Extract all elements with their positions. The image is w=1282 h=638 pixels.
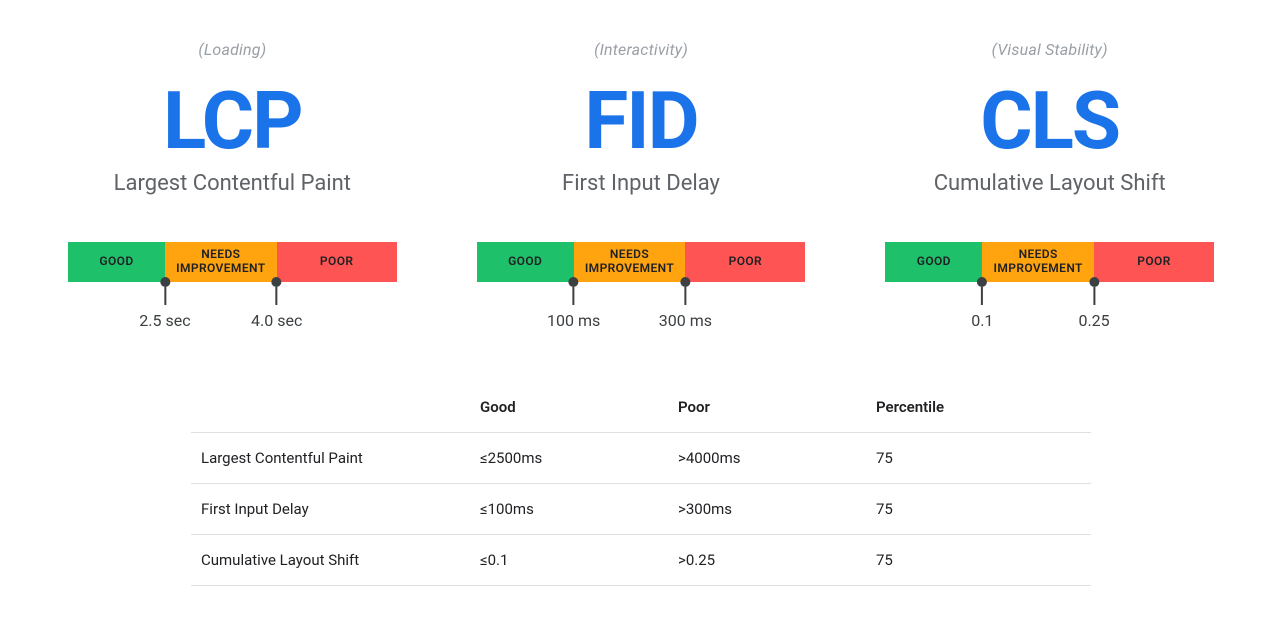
table-row: Largest Contentful Paint ≤2500ms >4000ms…	[191, 433, 1091, 484]
threshold-bar: GOOD NEEDSIMPROVEMENT POOR 2.5 sec 4.0 s…	[68, 242, 397, 332]
metric-abbr: LCP	[163, 81, 302, 161]
segment-good: GOOD	[477, 242, 574, 282]
table-header-row: Good Poor Percentile	[191, 382, 1091, 433]
metric-cards: (Loading) LCP Largest Contentful Paint G…	[0, 0, 1282, 332]
threshold-tick-good: 0.1	[971, 277, 993, 330]
cell-name: First Input Delay	[191, 484, 470, 535]
threshold-tick-good: 2.5 sec	[139, 277, 190, 330]
thresholds-table: Good Poor Percentile Largest Contentful …	[191, 382, 1091, 586]
cell-name: Cumulative Layout Shift	[191, 535, 470, 586]
table-row: Cumulative Layout Shift ≤0.1 >0.25 75	[191, 535, 1091, 586]
segment-needs-improvement: NEEDSIMPROVEMENT	[574, 242, 686, 282]
segment-good: GOOD	[885, 242, 982, 282]
cell-percentile: 75	[866, 535, 1091, 586]
metric-abbr: FID	[584, 81, 697, 161]
threshold-tick-good: 100 ms	[547, 277, 600, 330]
metric-fullname: First Input Delay	[562, 171, 720, 196]
metric-category: (Visual Stability)	[992, 40, 1108, 59]
cell-percentile: 75	[866, 433, 1091, 484]
threshold-poor-label: 0.25	[1078, 311, 1109, 330]
table-header-poor: Poor	[668, 382, 866, 433]
threshold-good-label: 100 ms	[547, 311, 600, 330]
table-header-good: Good	[470, 382, 668, 433]
table-header-percentile: Percentile	[866, 382, 1091, 433]
cell-poor: >4000ms	[668, 433, 866, 484]
threshold-poor-label: 4.0 sec	[251, 311, 302, 330]
segment-needs-improvement: NEEDSIMPROVEMENT	[982, 242, 1094, 282]
threshold-poor-label: 300 ms	[659, 311, 712, 330]
cell-poor: >0.25	[668, 535, 866, 586]
cell-good: ≤2500ms	[470, 433, 668, 484]
segment-poor: POOR	[1094, 242, 1214, 282]
cell-percentile: 75	[866, 484, 1091, 535]
metric-card-lcp: (Loading) LCP Largest Contentful Paint G…	[68, 40, 397, 332]
threshold-tick-poor: 4.0 sec	[251, 277, 302, 330]
segment-good: GOOD	[68, 242, 165, 282]
thresholds-table-wrap: Good Poor Percentile Largest Contentful …	[191, 382, 1091, 586]
cell-good: ≤0.1	[470, 535, 668, 586]
metric-category: (Loading)	[198, 40, 266, 59]
table-row: First Input Delay ≤100ms >300ms 75	[191, 484, 1091, 535]
threshold-tick-poor: 300 ms	[659, 277, 712, 330]
threshold-good-label: 0.1	[971, 311, 993, 330]
table-header-name	[191, 382, 470, 433]
threshold-tick-poor: 0.25	[1078, 277, 1109, 330]
segment-needs-improvement: NEEDSIMPROVEMENT	[165, 242, 277, 282]
threshold-good-label: 2.5 sec	[139, 311, 190, 330]
metric-card-cls: (Visual Stability) CLS Cumulative Layout…	[885, 40, 1214, 332]
segment-poor: POOR	[277, 242, 397, 282]
cell-name: Largest Contentful Paint	[191, 433, 470, 484]
metric-card-fid: (Interactivity) FID First Input Delay GO…	[477, 40, 806, 332]
cell-good: ≤100ms	[470, 484, 668, 535]
metric-abbr: CLS	[980, 81, 1119, 161]
metric-fullname: Cumulative Layout Shift	[934, 171, 1166, 196]
cell-poor: >300ms	[668, 484, 866, 535]
segment-poor: POOR	[685, 242, 805, 282]
metric-fullname: Largest Contentful Paint	[114, 171, 351, 196]
threshold-bar: GOOD NEEDSIMPROVEMENT POOR 0.1 0.25	[885, 242, 1214, 332]
threshold-bar: GOOD NEEDSIMPROVEMENT POOR 100 ms 300 ms	[477, 242, 806, 332]
metric-category: (Interactivity)	[594, 40, 688, 59]
